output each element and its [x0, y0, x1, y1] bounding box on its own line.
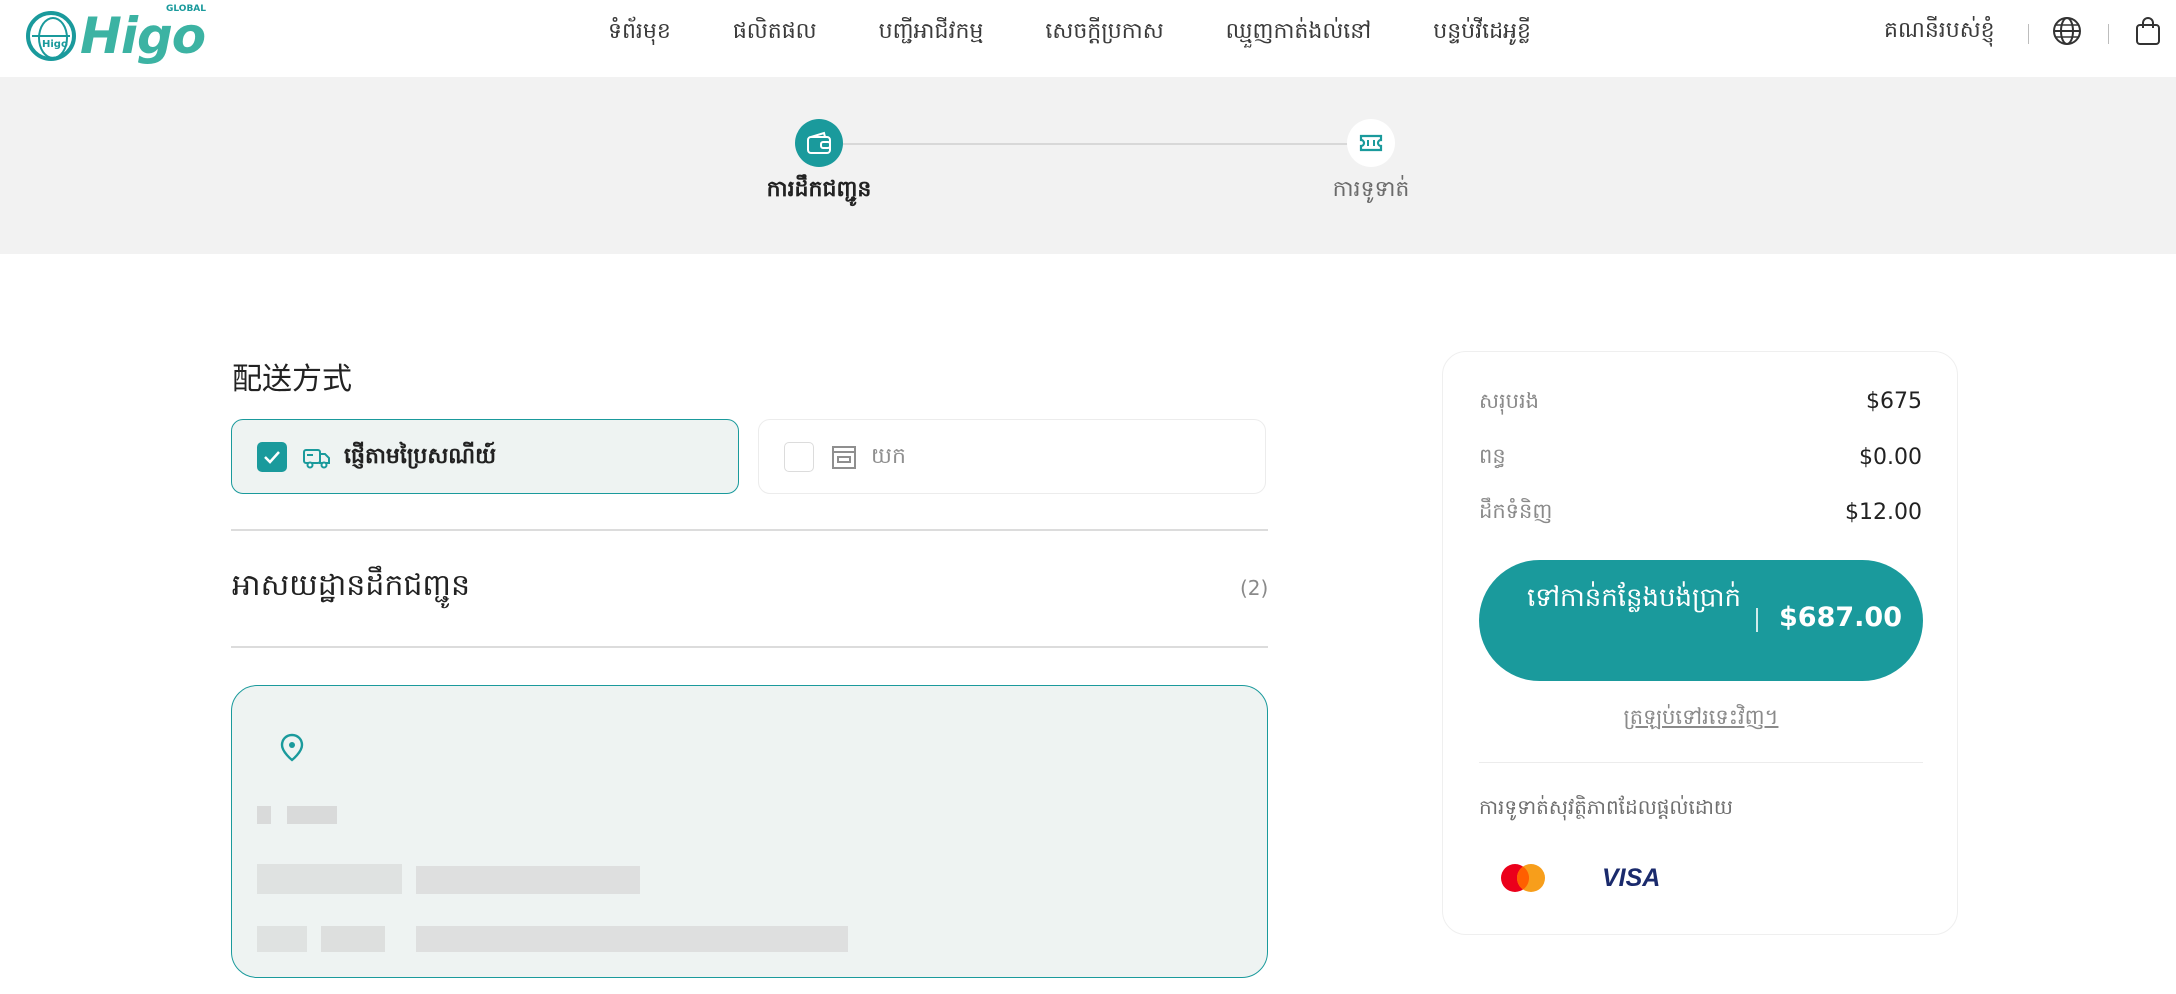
tax-value: $0.00	[1859, 445, 1922, 470]
nav-item-products[interactable]: ផលិតផល	[733, 17, 817, 49]
visa-logo: VISA	[1602, 864, 1661, 892]
delivery-option-pickup[interactable]: យក	[758, 419, 1266, 494]
nav-item-home[interactable]: ទំព័រមុខ	[608, 17, 671, 49]
redacted-address	[416, 926, 848, 952]
step-shipping-label: ការដឹកជញ្ជូន	[766, 177, 872, 202]
subtotal-value: $675	[1866, 389, 1922, 414]
higo-logo[interactable]: Higo Higo	[26, 7, 206, 65]
logo-text: Higo	[80, 7, 206, 65]
my-account-link[interactable]: គណនីរបស់ខ្ញុំ	[1884, 16, 1995, 48]
checkout-stepper: ការដឹកជញ្ជូន ការទូទាត់	[0, 77, 2176, 254]
subtotal-label: សរុបរង	[1479, 389, 1539, 413]
delivery-option-post[interactable]: ផ្ញើតាមប្រៃសណីយ៍	[231, 419, 739, 494]
step-payment[interactable]	[1347, 119, 1395, 167]
step-payment-label: ការទូទាត់	[1332, 177, 1410, 202]
shipping-fee-label: ដឹកទំនិញ	[1479, 499, 1553, 523]
check-icon	[264, 451, 280, 464]
redacted-phone	[416, 866, 640, 894]
location-pin-icon	[280, 733, 304, 762]
post-checkbox[interactable]	[257, 442, 287, 472]
wallet-icon	[807, 131, 831, 154]
section-divider	[231, 529, 1268, 531]
header-separator	[2108, 24, 2109, 44]
checkout-separator	[1756, 608, 1758, 632]
shipping-fee-value: $12.00	[1845, 500, 1922, 525]
pickup-checkbox[interactable]	[784, 442, 814, 472]
delivery-method-title: 配送方式	[232, 362, 352, 397]
nav-item-business-list[interactable]: បញ្ជីអាជីវកម្ម	[879, 17, 984, 49]
redacted-phone	[257, 864, 402, 894]
post-label: ផ្ញើតាមប្រៃសណីយ៍	[344, 444, 497, 469]
nav-item-announcements[interactable]: សេចក្តីប្រកាស	[1045, 17, 1163, 49]
ticket-icon	[1359, 134, 1383, 152]
globe-icon[interactable]	[2052, 16, 2082, 46]
site-header: Higo Higo GLOBAL ទំព័រមុខ ផលិតផល បញ្ជីអា…	[0, 0, 2176, 77]
order-summary: សរុបរង $675 ពន្ធ $0.00 ដឹកទំនិញ $12.00 ទ…	[1442, 351, 1958, 935]
pickup-label: យក	[871, 444, 906, 469]
address-card[interactable]	[231, 685, 1268, 978]
checkout-label: ទៅកាន់កន្លែងបង់ប្រាក់	[1527, 583, 1742, 613]
secure-payment-text: ការទូទាត់សុវត្ថិភាពដែលផ្តល់ដោយ	[1479, 795, 1733, 819]
redacted-name	[257, 806, 271, 824]
back-to-cart-link[interactable]: ត្រឡប់ទៅរទេះវិញ។	[1443, 704, 1959, 735]
store-icon	[832, 446, 856, 469]
redacted-name	[287, 806, 337, 824]
nav-item-short-videos[interactable]: បន្ទប់វីដេអូខ្លី	[1433, 17, 1531, 49]
redacted-address	[257, 926, 307, 952]
checkout-total: $687.00	[1779, 602, 1902, 633]
header-separator	[2028, 24, 2029, 44]
tax-label: ពន្ធ	[1479, 444, 1506, 468]
mastercard-logo-icon	[1501, 864, 1545, 892]
truck-icon	[303, 449, 330, 469]
shipping-address-title: អាសយដ្ឋានដឹកជញ្ជូន	[232, 568, 471, 603]
address-count: (2)	[1240, 576, 1269, 600]
stepper-line	[842, 143, 1350, 145]
redacted-address	[321, 926, 385, 952]
logo-globe-icon: Higo	[26, 11, 76, 61]
logo-sub: GLOBAL	[166, 4, 207, 14]
proceed-to-payment-button[interactable]: ទៅកាន់កន្លែងបង់ប្រាក់ $687.00	[1479, 560, 1923, 681]
summary-divider	[1479, 762, 1923, 763]
step-shipping[interactable]	[795, 119, 843, 167]
nav-item-brokers[interactable]: ឈ្មួញកាត់ងល់នៅ	[1226, 17, 1372, 49]
shopping-bag-icon[interactable]	[2134, 16, 2162, 46]
main-nav: ទំព័រមុខ ផលិតផល បញ្ជីអាជីវកម្ម សេចក្តីប្…	[608, 0, 1593, 66]
section-divider	[231, 646, 1268, 648]
